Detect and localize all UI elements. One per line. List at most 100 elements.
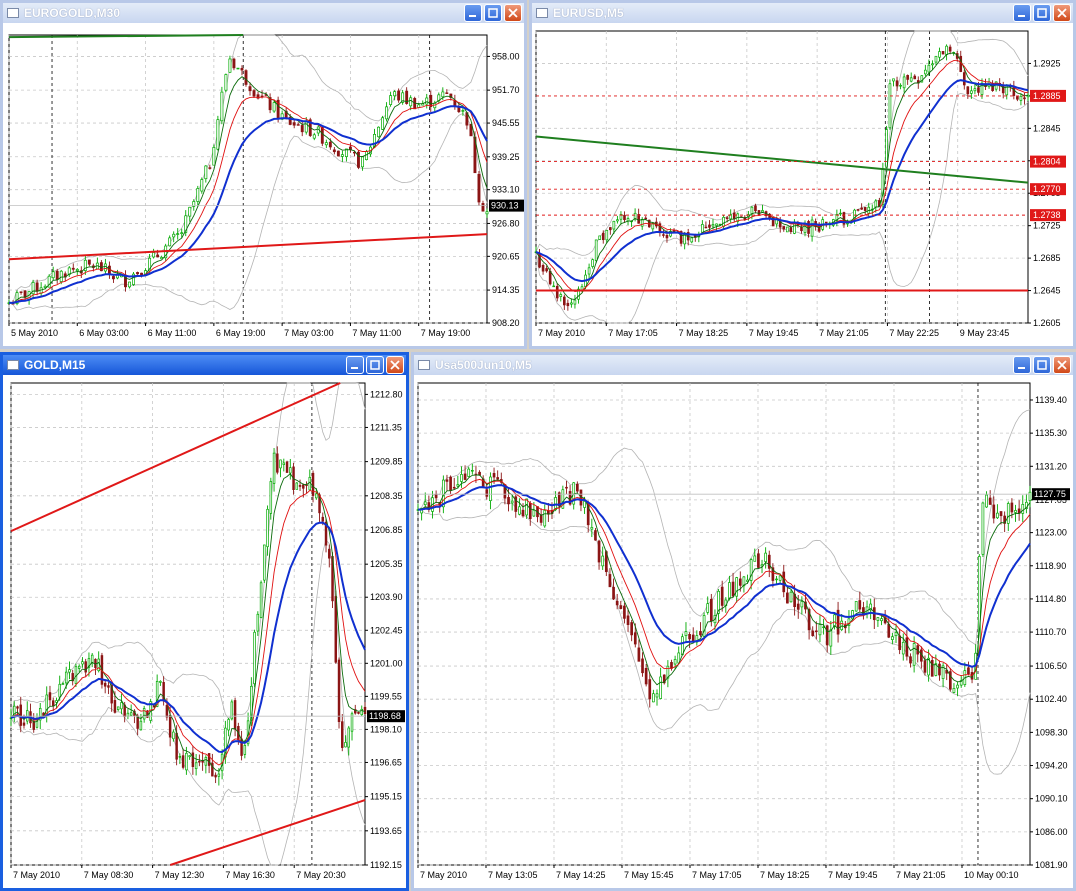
candle-body: [1010, 502, 1014, 513]
candle: [320, 126, 324, 147]
candle-body: [891, 636, 894, 641]
price-chart[interactable]: 1139.401135.301131.201127.051123.001118.…: [414, 375, 1073, 888]
candle-body: [361, 156, 364, 168]
candle-body: [175, 732, 178, 760]
candle: [785, 226, 789, 233]
minimize-button[interactable]: [464, 4, 482, 22]
candle-body: [967, 667, 970, 675]
candle-body: [800, 601, 804, 608]
candle: [854, 601, 858, 612]
x-tick-label: 7 May 17:05: [692, 870, 742, 880]
y-tick-label: 939.25: [492, 152, 520, 162]
chart-window-usa500[interactable]: Usa500Jun10,M5 1139.40 1135.30 1131.20 1127…: [411, 352, 1076, 891]
candle-body: [214, 774, 217, 778]
candle-body: [938, 51, 941, 58]
candle-body: [863, 207, 867, 211]
y-tick-label: 1.2605: [1033, 318, 1061, 328]
maximize-button[interactable]: [1033, 356, 1051, 374]
candle-body: [320, 126, 324, 144]
candle-body: [966, 86, 970, 95]
candle-body: [923, 660, 927, 673]
x-tick-label: 6 May 11:00: [148, 328, 197, 338]
x-tick-label: 7 May 21:05: [819, 328, 869, 338]
candle: [236, 67, 240, 70]
chart-window-eurusd[interactable]: EURUSD,M5 1.29251.28851.28451.28051.2765…: [529, 0, 1076, 349]
chart-window-gold[interactable]: GOLD,M15 1212.80 1211.35 1209.85 1208.35 120…: [0, 352, 409, 891]
candle-body: [825, 625, 829, 646]
candle-body: [722, 216, 725, 227]
candle-body: [659, 676, 662, 699]
close-button[interactable]: [1053, 356, 1071, 374]
candle-body: [785, 226, 789, 233]
chart-window-eurogold[interactable]: EUROGOLD,M30 958.00 951.70 945.55 939.25 933…: [0, 0, 527, 349]
candle-body: [665, 235, 669, 239]
candle-body: [924, 69, 927, 75]
minimize-button[interactable]: [1013, 4, 1031, 22]
candle-body: [662, 234, 665, 236]
title-bar[interactable]: EUROGOLD,M30: [3, 3, 524, 23]
price-chart[interactable]: 1212.80 1211.35 1209.85 1208.35 1206.85 1205.…: [3, 375, 406, 888]
candle: [295, 482, 299, 490]
candle-body: [321, 516, 325, 522]
candle-body: [55, 270, 59, 280]
price-chart[interactable]: 958.00 951.70 945.55 939.25 933.10 926.80 920.…: [3, 23, 524, 346]
candle-body: [793, 222, 796, 234]
title-bar[interactable]: GOLD,M15: [3, 355, 406, 375]
maximize-button[interactable]: [1033, 4, 1051, 22]
candle-body: [452, 486, 456, 489]
candle-body: [941, 51, 945, 55]
candle-body: [626, 615, 630, 625]
candle-body: [938, 663, 941, 676]
price-level-label: 1.2770: [1033, 184, 1061, 194]
candle-body: [71, 267, 75, 270]
close-button[interactable]: [1053, 4, 1071, 22]
x-tick-label: 7 May 19:45: [828, 870, 878, 880]
maximize-button[interactable]: [484, 4, 502, 22]
y-tick-label: 1114.80: [1035, 594, 1066, 604]
candle-body: [977, 87, 980, 93]
candle-body: [720, 586, 724, 606]
candle: [888, 79, 892, 130]
candle-body: [348, 146, 352, 150]
y-tick-label: 1211.35: [370, 422, 402, 432]
candle: [216, 115, 220, 151]
candle-body: [48, 692, 52, 701]
candle-body: [840, 620, 844, 631]
candle-body: [708, 224, 711, 228]
minimize-button[interactable]: [1013, 356, 1031, 374]
candle-body: [615, 600, 619, 606]
candle-body: [583, 500, 586, 508]
candle-body: [269, 481, 273, 514]
candle-body: [648, 679, 652, 700]
candle: [272, 100, 276, 113]
candle-body: [681, 636, 684, 656]
candle-body: [259, 582, 263, 618]
x-tick-label: 7 May 2010: [538, 328, 585, 338]
candle-body: [601, 232, 605, 241]
candle-body: [909, 656, 912, 664]
y-tick-label: 1193.65: [370, 826, 402, 836]
candle-body: [894, 632, 898, 636]
x-tick-label: 7 May 18:25: [760, 870, 810, 880]
candle-body: [1014, 510, 1017, 513]
candle-body: [397, 90, 401, 101]
candle-body: [887, 623, 891, 638]
candle-body: [489, 476, 492, 502]
candle-body: [1028, 491, 1032, 502]
close-button[interactable]: [386, 356, 404, 374]
maximize-button[interactable]: [366, 356, 384, 374]
title-bar[interactable]: Usa500Jun10,M5: [414, 355, 1073, 375]
y-tick-label: 951.70: [492, 85, 520, 95]
close-button[interactable]: [504, 4, 522, 22]
price-chart[interactable]: 1.29251.28851.28451.28051.27651.27251.26…: [532, 23, 1073, 346]
candle-body: [901, 641, 905, 655]
y-tick-label: 1208.35: [370, 491, 403, 501]
candle-body: [789, 227, 793, 232]
candle-body: [87, 259, 91, 265]
candle-body: [970, 90, 973, 94]
minimize-button[interactable]: [346, 356, 364, 374]
candle-body: [168, 237, 172, 247]
candle-body: [731, 581, 735, 597]
title-bar[interactable]: EURUSD,M5: [532, 3, 1073, 23]
candle-body: [956, 684, 959, 689]
